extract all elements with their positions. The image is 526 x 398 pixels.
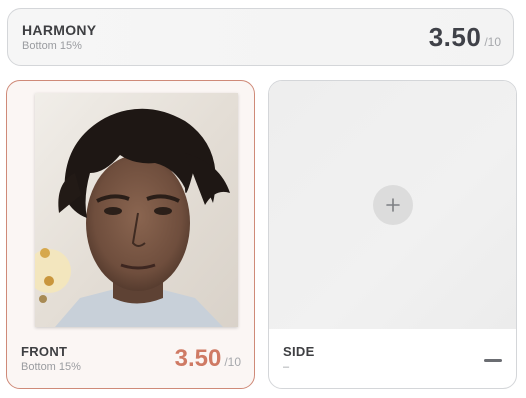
front-percentile: Bottom 15% [21, 361, 81, 373]
plus-icon [386, 198, 400, 212]
front-score-max: /10 [224, 355, 241, 369]
side-percentile: – [283, 361, 290, 373]
side-text: SIDE – [283, 344, 315, 373]
add-side-photo-button[interactable] [373, 185, 413, 225]
front-label: FRONT [21, 344, 68, 359]
face-photo-image [35, 93, 238, 327]
front-score: 3.50 /10 [175, 345, 241, 373]
harmony-percentile: Bottom 15% [22, 40, 82, 52]
minus-icon [484, 359, 502, 362]
front-text: FRONT Bottom 15% [21, 344, 81, 373]
side-card[interactable]: SIDE – [268, 80, 517, 389]
harmony-score: 3.50 /10 [429, 22, 501, 53]
harmony-text: HARMONY Bottom 15% [22, 22, 96, 52]
front-photo[interactable] [35, 93, 238, 327]
side-photo-placeholder[interactable] [269, 81, 516, 329]
harmony-card[interactable]: HARMONY Bottom 15% 3.50 /10 [7, 8, 514, 66]
harmony-label: HARMONY [22, 22, 97, 38]
harmony-score-value: 3.50 [428, 22, 482, 52]
side-label: SIDE [283, 344, 315, 359]
front-card[interactable]: FRONT Bottom 15% 3.50 /10 [6, 80, 255, 389]
front-score-value: 3.50 [174, 345, 222, 372]
harmony-score-max: /10 [484, 35, 501, 49]
